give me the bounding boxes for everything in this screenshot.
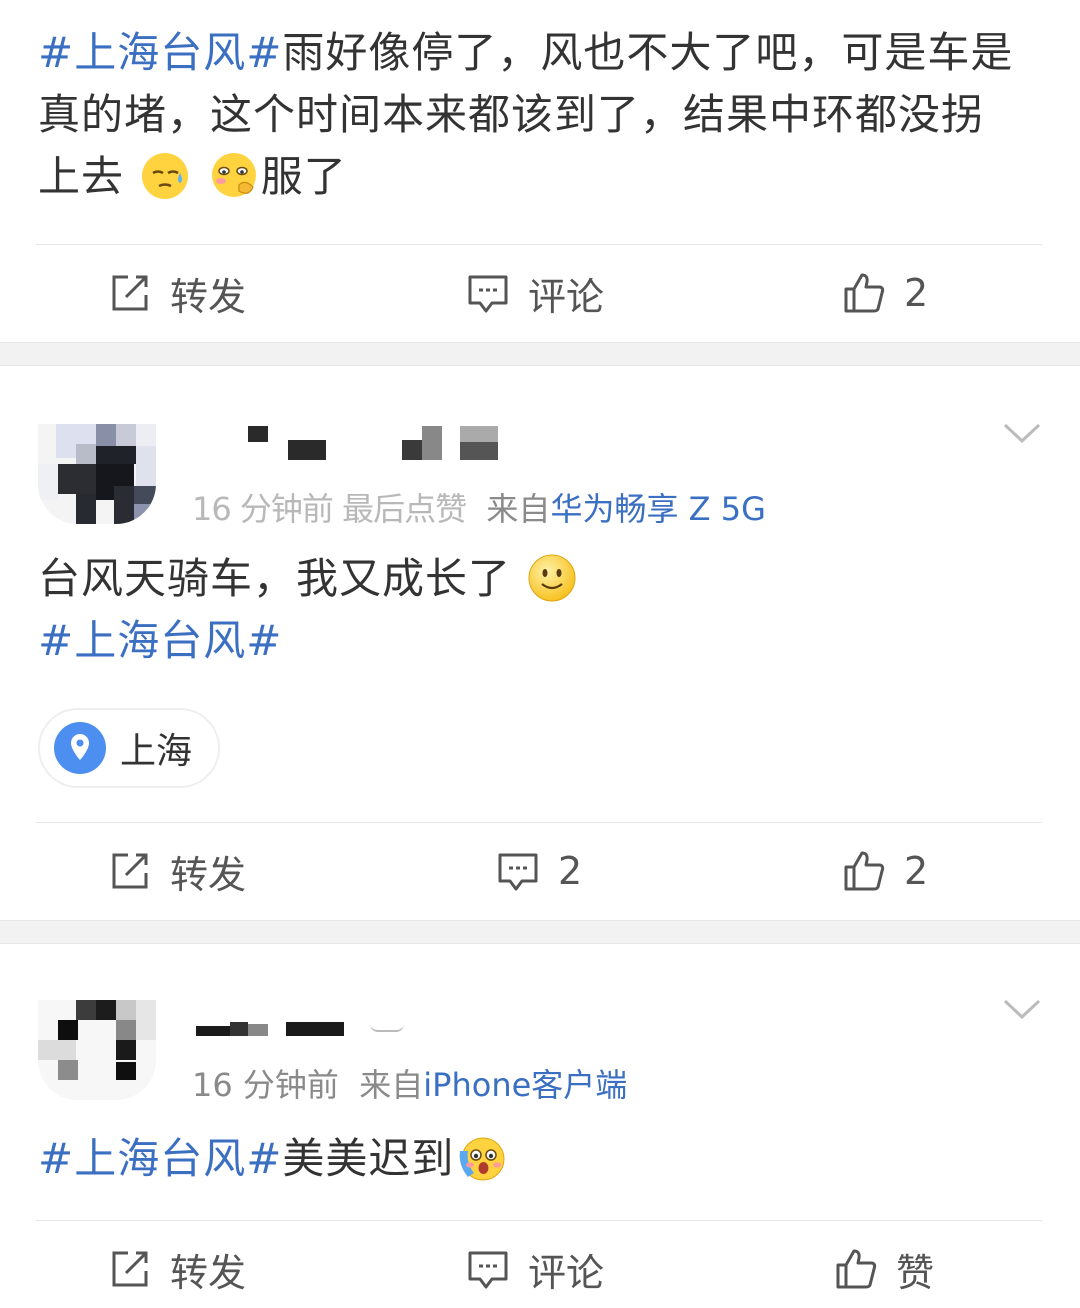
topic-link[interactable]: #上海台风#: [38, 616, 282, 665]
thinking-face-emoji: [211, 153, 256, 197]
avatar[interactable]: [38, 1000, 156, 1100]
share-button[interactable]: 转发: [108, 1224, 246, 1308]
action-bar: 转发 评论 赞: [0, 1224, 1080, 1308]
post-text: #上海台风#雨好像停了，风也不大了吧，可是车是 真的堵，这个时间本来都该到了，结…: [38, 28, 1014, 201]
post-text: 台风天骑车，我又成长了 #上海台风#: [38, 548, 1040, 672]
post-time: 16 分钟前 最后点赞: [192, 490, 467, 528]
divider: [36, 1220, 1042, 1221]
thumbs-up-icon: [844, 851, 885, 891]
share-icon: [112, 1251, 148, 1287]
divider: [36, 822, 1042, 823]
username-blurred[interactable]: [190, 424, 510, 474]
thumbs-up-icon: [844, 273, 885, 313]
location-tag[interactable]: 上海: [38, 708, 221, 788]
chevron-down-icon[interactable]: [1002, 420, 1042, 446]
avatar[interactable]: [38, 424, 156, 524]
smile-emoji: [528, 554, 576, 602]
share-icon: [112, 853, 148, 889]
post-source[interactable]: 华为畅享 Z 5G: [550, 490, 765, 528]
like-button[interactable]: 赞: [834, 1224, 934, 1308]
crying-face-emoji: [460, 1137, 505, 1181]
action-bar: 转发 评论 2: [0, 248, 1080, 338]
feed-separator: [0, 342, 1080, 366]
share-icon: [112, 275, 148, 311]
feed-post: 16 分钟前 最后点赞 来自华为畅享 Z 5G 台风天骑车，我又成长了 #上海台…: [0, 366, 1080, 920]
comment-icon: [468, 275, 508, 313]
username-blurred[interactable]: [190, 1016, 430, 1066]
action-bar: 转发 2 2: [0, 826, 1080, 916]
thumbs-up-icon: [836, 1249, 877, 1289]
comment-icon: [468, 1251, 508, 1289]
location-pin-icon: [54, 722, 106, 774]
post-text: #上海台风#美美迟到: [38, 1128, 1040, 1190]
share-button[interactable]: 转发: [108, 826, 246, 916]
topic-link[interactable]: #上海台风#: [38, 28, 282, 77]
comment-button[interactable]: 评论: [466, 248, 604, 338]
comment-button[interactable]: 2: [496, 826, 582, 916]
comment-button[interactable]: 评论: [466, 1224, 604, 1308]
topic-link[interactable]: #上海台风#: [38, 1134, 282, 1183]
chevron-down-icon[interactable]: [1002, 996, 1042, 1022]
like-button[interactable]: 2: [842, 248, 928, 338]
post-meta: 16 分钟前 最后点赞 来自华为畅享 Z 5G: [192, 490, 766, 528]
like-button[interactable]: 2: [842, 826, 928, 916]
post-meta: 16 分钟前 来自iPhone客户端: [192, 1066, 628, 1104]
post-time: 16 分钟前: [192, 1066, 339, 1104]
feed-post: 16 分钟前 来自iPhone客户端 #上海台风#美美迟到 转发 评论 赞: [0, 944, 1080, 1308]
share-button[interactable]: 转发: [108, 248, 246, 338]
post-source[interactable]: iPhone客户端: [423, 1066, 627, 1104]
sweat-face-emoji: [142, 153, 189, 199]
divider: [36, 244, 1042, 245]
feed-separator: [0, 920, 1080, 944]
feed-post: #上海台风#雨好像停了，风也不大了吧，可是车是 真的堵，这个时间本来都该到了，结…: [0, 0, 1080, 342]
comment-icon: [498, 853, 538, 891]
location-label: 上海: [120, 731, 193, 772]
